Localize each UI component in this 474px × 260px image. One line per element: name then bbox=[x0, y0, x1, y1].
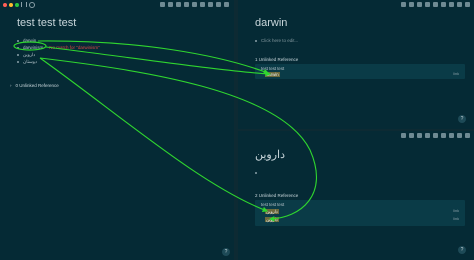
arrow-arabic-to-ref-2 bbox=[39, 57, 317, 222]
darwinism-highlight-circle bbox=[13, 41, 47, 51]
arrow-darwinism-to-darwin-page bbox=[45, 46, 272, 77]
arrow-arabic-to-ref-1 bbox=[39, 57, 269, 212]
annotation-arrows bbox=[13, 40, 317, 222]
arrow-darwin-to-darwin-page bbox=[37, 40, 270, 75]
